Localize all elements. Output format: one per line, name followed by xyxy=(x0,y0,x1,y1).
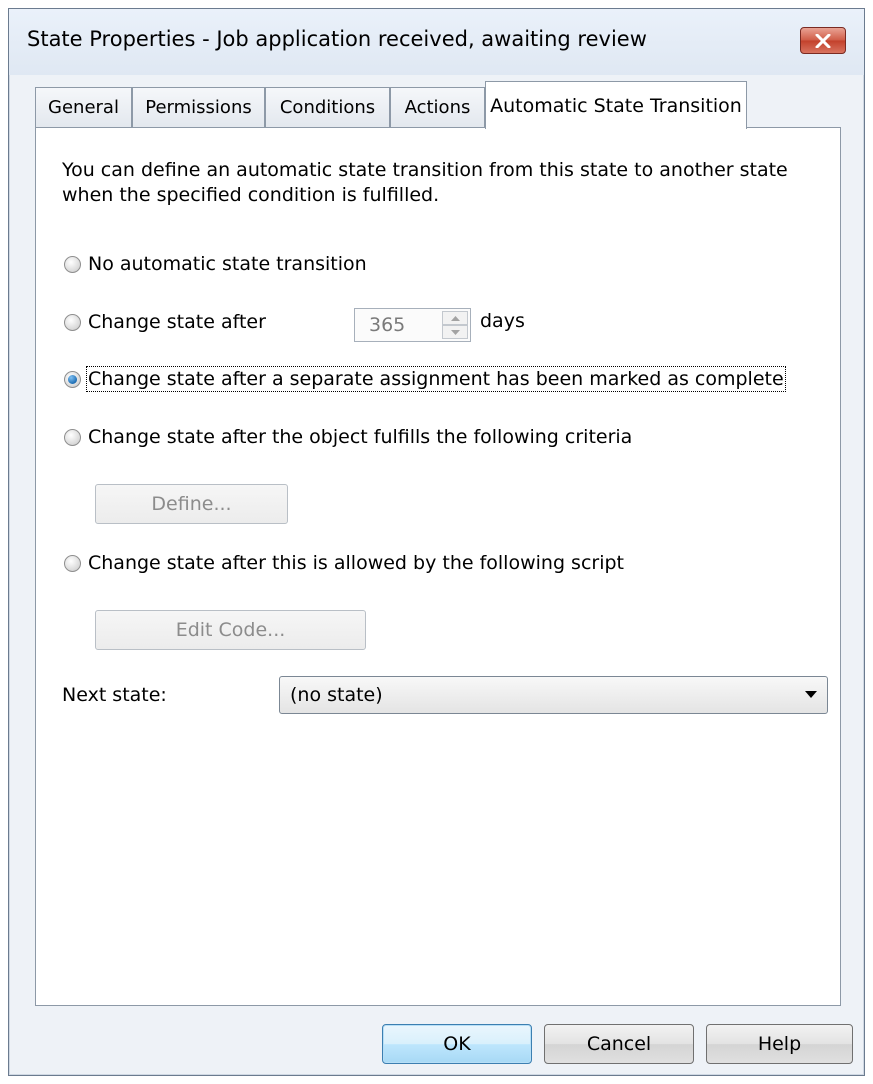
days-spinner[interactable]: 365 xyxy=(354,308,471,342)
tab-automatic-state-transition[interactable]: Automatic State Transition xyxy=(485,81,747,129)
radio-button[interactable] xyxy=(64,255,81,273)
days-value[interactable]: 365 xyxy=(369,314,405,336)
days-unit-label: days xyxy=(480,310,525,332)
spin-buttons xyxy=(442,311,468,339)
spin-up-icon xyxy=(450,315,460,321)
tab-actions[interactable]: Actions xyxy=(390,87,485,127)
tab-permissions[interactable]: Permissions xyxy=(132,87,265,127)
radio-change-after-criteria[interactable]: Change state after the object fulfills t… xyxy=(64,424,632,450)
tab-general[interactable]: General xyxy=(35,87,132,127)
help-button[interactable]: Help xyxy=(706,1024,853,1064)
next-state-dropdown[interactable]: (no state) xyxy=(279,676,828,714)
radio-button[interactable] xyxy=(64,554,81,572)
tab-conditions[interactable]: Conditions xyxy=(265,87,390,127)
tab-panel: You can define an automatic state transi… xyxy=(35,127,841,1006)
radio-change-after-days[interactable]: Change state after xyxy=(64,309,266,335)
define-button[interactable]: Define... xyxy=(95,484,288,524)
window-title: State Properties - Job application recei… xyxy=(27,27,647,51)
radio-no-transition[interactable]: No automatic state transition xyxy=(64,251,367,277)
radio-label: Change state after a separate assignment… xyxy=(86,366,786,392)
spin-up-button[interactable] xyxy=(442,311,468,325)
radio-change-after-script[interactable]: Change state after this is allowed by th… xyxy=(64,550,624,576)
dialog-window: State Properties - Job application recei… xyxy=(8,8,865,1076)
edit-code-button[interactable]: Edit Code... xyxy=(95,610,366,650)
dropdown-arrow-icon xyxy=(805,691,817,698)
radio-label: Change state after the object fulfills t… xyxy=(88,426,633,448)
radio-label: No automatic state transition xyxy=(88,253,367,275)
title-bar[interactable]: State Properties - Job application recei… xyxy=(9,9,864,75)
radio-button-selected[interactable] xyxy=(64,370,81,388)
close-button[interactable] xyxy=(800,27,846,54)
radio-label: Change state after xyxy=(88,311,266,333)
ok-button[interactable]: OK xyxy=(382,1024,532,1064)
radio-button[interactable] xyxy=(64,313,81,331)
close-icon xyxy=(815,33,831,48)
next-state-label: Next state: xyxy=(62,684,167,706)
radio-button[interactable] xyxy=(64,428,81,446)
next-state-value: (no state) xyxy=(290,684,383,706)
radio-change-after-assignment[interactable]: Change state after a separate assignment… xyxy=(64,366,786,392)
intro-text: You can define an automatic state transi… xyxy=(62,159,788,206)
spin-down-icon xyxy=(450,329,460,335)
spin-down-button[interactable] xyxy=(442,325,468,339)
cancel-button[interactable]: Cancel xyxy=(544,1024,694,1064)
radio-label: Change state after this is allowed by th… xyxy=(88,552,624,574)
